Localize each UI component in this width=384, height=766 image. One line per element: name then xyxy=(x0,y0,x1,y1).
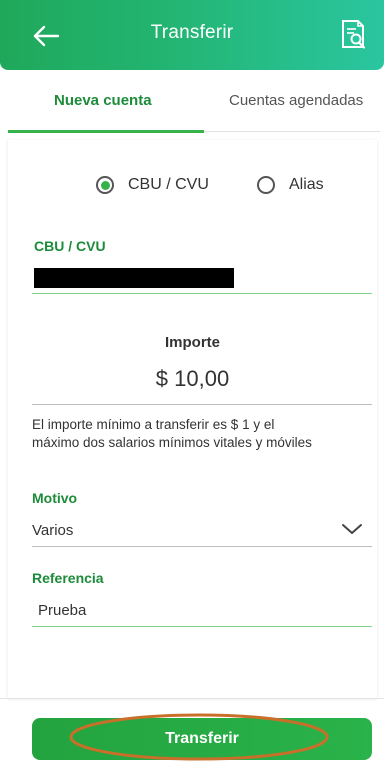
receipt-search-icon xyxy=(342,20,366,49)
amount-field[interactable]: $ 10,00 xyxy=(8,366,377,392)
radio-alias[interactable]: Alias xyxy=(257,176,324,194)
app-header: Transferir xyxy=(0,0,384,70)
cbu-field-label: CBU / CVU xyxy=(34,238,106,254)
cbu-field-underline xyxy=(32,293,372,294)
referencia-label: Referencia xyxy=(32,570,104,586)
radio-checked-icon xyxy=(96,176,114,194)
motivo-label: Motivo xyxy=(32,490,78,506)
amount-hint-line-2: máximo dos salarios mínimos vitales y mó… xyxy=(32,435,312,450)
active-tab-indicator xyxy=(8,130,204,133)
receipts-button[interactable] xyxy=(334,14,374,54)
transfer-submit-button[interactable]: Transferir xyxy=(32,718,372,760)
cbu-field-redacted-value[interactable] xyxy=(34,268,234,288)
tab-divider xyxy=(204,131,380,132)
referencia-input[interactable] xyxy=(32,598,370,622)
radio-unchecked-icon xyxy=(257,176,275,194)
footer-divider xyxy=(0,698,384,699)
referencia-underline xyxy=(32,626,372,627)
chevron-down-icon[interactable] xyxy=(340,520,364,538)
radio-alias-label: Alias xyxy=(289,176,324,193)
amount-hint: El importe mínimo a transferir es $ 1 y … xyxy=(32,416,370,452)
radio-dot xyxy=(100,180,110,190)
motivo-select-value[interactable]: Varios xyxy=(32,522,73,539)
radio-cbu-cvu[interactable]: CBU / CVU xyxy=(96,176,209,194)
amount-hint-line-1: El importe mínimo a transferir es $ 1 y … xyxy=(32,417,275,432)
motivo-select-underline[interactable] xyxy=(32,546,372,547)
amount-label: Importe xyxy=(164,334,220,351)
account-type-selector: CBU / CVU Alias xyxy=(8,176,377,204)
tab-nueva-cuenta[interactable]: Nueva cuenta xyxy=(54,92,152,109)
amount-underline xyxy=(32,404,372,405)
page-title: Transferir xyxy=(150,22,234,43)
radio-cbu-cvu-label: CBU / CVU xyxy=(128,176,209,193)
tab-cuentas-agendadas[interactable]: Cuentas agendadas xyxy=(229,92,363,109)
transfer-form: CBU / CVU Alias CBU / CVU Importe $ 10,0… xyxy=(8,140,377,698)
tab-bar: Nueva cuenta Cuentas agendadas xyxy=(0,70,384,136)
